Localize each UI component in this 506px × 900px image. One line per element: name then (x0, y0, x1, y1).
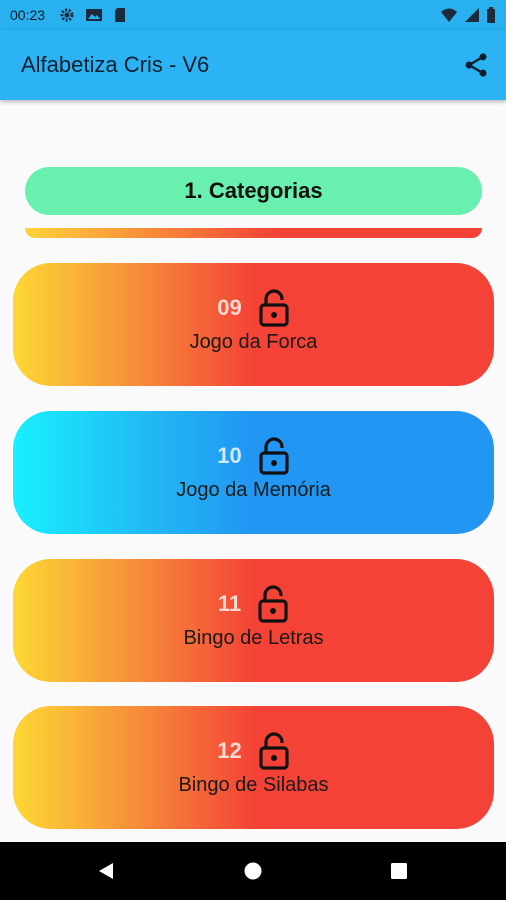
card-label: Bingo de Silabas (178, 774, 329, 796)
share-icon[interactable] (462, 51, 490, 79)
categories-button[interactable]: 1. Categorias (25, 167, 482, 215)
card-number: 12 (217, 738, 242, 763)
back-icon (99, 863, 113, 879)
back-button[interactable] (76, 842, 136, 900)
recents-icon (391, 863, 407, 879)
card-label: Jogo da Memória (176, 479, 331, 501)
app-title: Alfabetiza Cris - V6 (21, 52, 210, 77)
image-icon (86, 9, 103, 21)
unlock-icon (259, 437, 289, 475)
home-icon (244, 862, 262, 880)
settings-icon (60, 8, 74, 22)
sd-card-icon (115, 8, 126, 22)
game-card-bingo-de-silabas[interactable]: 12 Bingo de Silabas (13, 706, 494, 829)
card-label: Bingo de Letras (183, 627, 324, 649)
categories-label: 1. Categorias (184, 178, 323, 203)
game-card-bingo-de-letras[interactable]: 11 Bingo de Letras (13, 559, 494, 682)
battery-icon (487, 7, 495, 23)
previous-card-edge (25, 228, 482, 238)
unlock-icon (259, 732, 289, 770)
system-nav-bar (0, 842, 506, 900)
app-bar: Alfabetiza Cris - V6 (0, 30, 506, 100)
card-label: Jogo da Forca (189, 331, 318, 353)
status-bar: 00:23 (0, 0, 506, 30)
recents-button[interactable] (369, 842, 429, 900)
status-time: 00:23 (10, 7, 46, 23)
card-number: 09 (217, 295, 242, 320)
game-card-jogo-da-forca[interactable]: 09 Jogo da Forca (13, 263, 494, 386)
signal-icon (465, 8, 479, 22)
game-card-jogo-da-memoria[interactable]: 10 Jogo da Memória (13, 411, 494, 534)
card-number: 11 (217, 591, 242, 616)
unlock-icon (258, 585, 288, 623)
home-button[interactable] (223, 842, 283, 900)
wifi-icon (441, 8, 457, 22)
unlock-icon (259, 289, 289, 327)
card-number: 10 (217, 443, 242, 468)
